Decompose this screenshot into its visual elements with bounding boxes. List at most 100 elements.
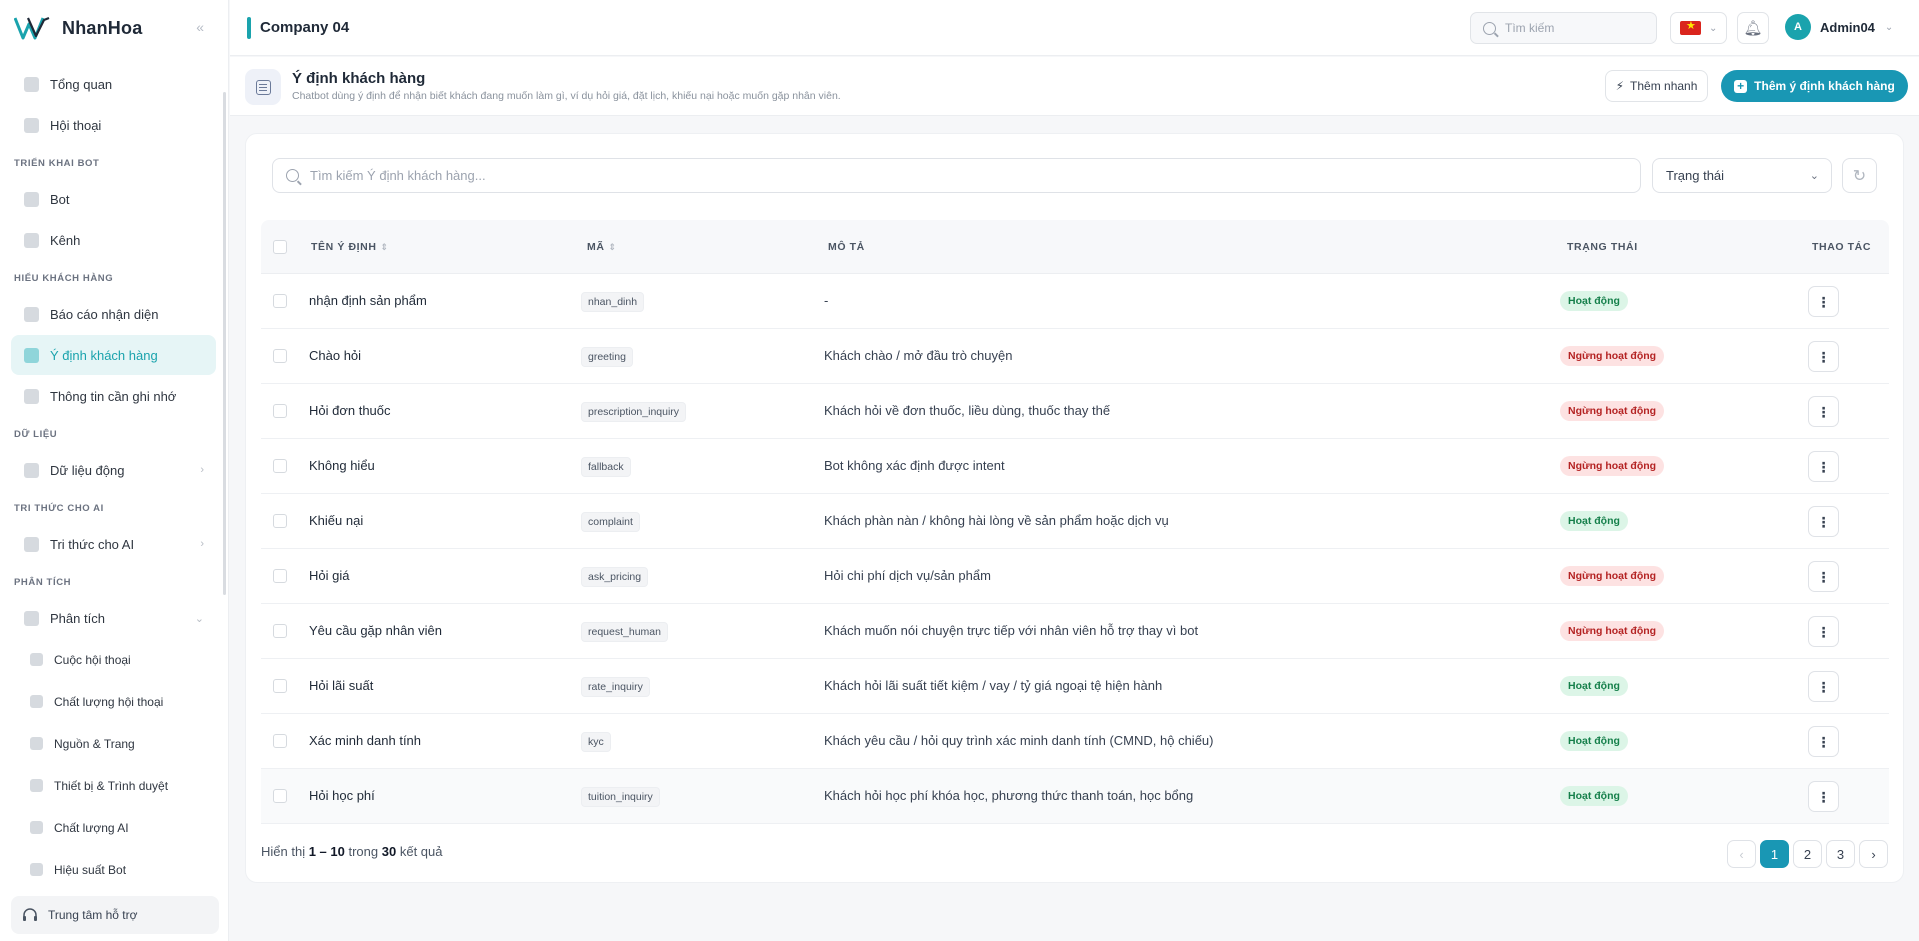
row-actions-button[interactable]: ⋮ [1808, 616, 1839, 647]
row-checkbox[interactable] [273, 404, 287, 418]
chevron-right-icon: › [1871, 846, 1876, 862]
column-header-name[interactable]: TÊN Ý ĐỊNH ⇕ [311, 241, 389, 253]
table-row[interactable]: Không hiểu fallback Bot không xác định đượ… [261, 439, 1889, 494]
bell-icon: 🔔︎ [1743, 20, 1763, 37]
sidebar-subitem-ai-quality[interactable]: Chất lượng AI [18, 807, 216, 848]
intent-search-input[interactable]: Tìm kiếm Ý định khách hàng... [272, 158, 1641, 193]
select-all-checkbox[interactable] [273, 240, 287, 254]
table-row[interactable]: Xác minh danh tính kyc Khách yêu cầu / hỏi… [261, 714, 1889, 769]
row-checkbox[interactable] [273, 789, 287, 803]
page-button[interactable]: 3 [1826, 840, 1855, 868]
page-header: Ý định khách hàng Chatbot dùng ý định để… [230, 57, 1919, 116]
performance-icon [30, 863, 43, 876]
add-intent-button[interactable]: + Thêm ý định khách hàng [1721, 70, 1908, 102]
row-actions-button[interactable]: ⋮ [1808, 726, 1839, 757]
table-row[interactable]: Yêu cầu gặp nhân viên request_human Khách … [261, 604, 1889, 659]
sidebar-item-conversations[interactable]: Hội thoại [11, 105, 216, 145]
sidebar-item-bot[interactable]: Bot [11, 179, 216, 219]
sidebar-item-dynamic-data[interactable]: Dữ liệu động › [11, 450, 216, 490]
row-actions-button[interactable]: ⋮ [1808, 286, 1839, 317]
intent-name: Xác minh danh tính [309, 733, 422, 748]
prev-page-button[interactable]: ‹ [1727, 840, 1756, 868]
page-button[interactable]: 2 [1793, 840, 1822, 868]
intent-name: Không hiểu [309, 458, 375, 473]
brand-logo[interactable]: NhanHoa « [0, 0, 228, 56]
table-row[interactable]: Hỏi đơn thuốc prescription_inquiry Khách h… [261, 384, 1889, 439]
sidebar-subitem-bot-performance[interactable]: Hiệu suất Bot [18, 849, 216, 880]
row-actions-button[interactable]: ⋮ [1808, 671, 1839, 702]
row-actions-button[interactable]: ⋮ [1808, 781, 1839, 812]
row-checkbox[interactable] [273, 624, 287, 638]
row-checkbox[interactable] [273, 734, 287, 748]
row-checkbox[interactable] [273, 679, 287, 693]
sidebar-subitem-sources-pages[interactable]: Nguồn & Trang [18, 723, 216, 764]
global-search-input[interactable]: Tìm kiếm [1470, 12, 1657, 44]
table-row[interactable]: nhận định sản phẩm nhan_dinh - Hoạt động ⋮ [261, 274, 1889, 329]
sidebar-item-ai-knowledge[interactable]: Tri thức cho AI › [11, 524, 216, 564]
more-vertical-icon: ⋮ [1816, 348, 1831, 365]
more-vertical-icon: ⋮ [1816, 678, 1831, 695]
collapse-sidebar-icon[interactable]: « [196, 19, 204, 35]
table-row[interactable]: Khiếu nại complaint Khách phàn nàn / không… [261, 494, 1889, 549]
row-checkbox[interactable] [273, 514, 287, 528]
intent-name: Khiếu nại [309, 513, 364, 528]
quick-add-button[interactable]: ⚡︎ Thêm nhanh [1605, 70, 1708, 102]
more-vertical-icon: ⋮ [1816, 458, 1831, 475]
intent-code: nhan_dinh [581, 292, 645, 312]
bot-icon [24, 191, 39, 207]
sidebar-subitem-conversation-quality[interactable]: Chất lượng hội thoại [18, 681, 216, 722]
status-badge: Hoạt động [1560, 291, 1628, 311]
table-row[interactable]: Chào hỏi greeting Khách chào / mở đầu trò … [261, 329, 1889, 384]
row-actions-button[interactable]: ⋮ [1808, 506, 1839, 537]
row-actions-button[interactable]: ⋮ [1808, 451, 1839, 482]
chevron-down-icon: ⌄ [1709, 22, 1718, 34]
more-vertical-icon: ⋮ [1816, 733, 1831, 750]
results-summary: Hiển thị 1 – 10 trong 30 kết quả [261, 844, 443, 859]
document-icon [255, 79, 271, 95]
row-checkbox[interactable] [273, 294, 287, 308]
sidebar-subitem-conversations[interactable]: Cuộc hội thoại [18, 639, 216, 680]
grid-icon [24, 388, 39, 404]
sidebar-item-customer-intents[interactable]: Ý định khách hàng [11, 335, 216, 375]
sidebar-item-channels[interactable]: Kênh [11, 220, 216, 260]
topbar: Company 04 Tìm kiếm ⌄ 🔔︎ A Admin04 ⌄ [230, 0, 1919, 56]
page-button[interactable]: 1 [1760, 840, 1789, 868]
support-center-button[interactable]: Trung tâm hỗ trợ [11, 896, 219, 934]
sidebar-item-memory-info[interactable]: Thông tin cần ghi nhớ [11, 376, 216, 416]
column-header-code[interactable]: MÃ ⇕ [587, 241, 617, 253]
row-checkbox[interactable] [273, 459, 287, 473]
sidebar-subitem-devices-browsers[interactable]: Thiết bị & Trình duyệt [18, 765, 216, 806]
intent-description: Khách chào / mở đầu trò chuyện [824, 348, 1013, 363]
intent-name: Hỏi đơn thuốc [309, 403, 391, 418]
sidebar-item-overview[interactable]: Tổng quan [11, 64, 216, 104]
row-actions-button[interactable]: ⋮ [1808, 396, 1839, 427]
sidebar-item-analytics[interactable]: Phân tích ⌄ [11, 598, 216, 638]
intent-code: tuition_inquiry [581, 787, 660, 807]
sidebar-scrollbar[interactable] [223, 92, 226, 595]
row-actions-button[interactable]: ⋮ [1808, 341, 1839, 372]
next-page-button[interactable]: › [1859, 840, 1888, 868]
intent-code: kyc [581, 732, 611, 752]
intent-name: Chào hỏi [309, 348, 362, 363]
row-checkbox[interactable] [273, 569, 287, 583]
sort-icon: ⇕ [380, 242, 389, 252]
table-row[interactable]: Hỏi lãi suất rate_inquiry Khách hỏi lãi su… [261, 659, 1889, 714]
search-icon [286, 169, 299, 182]
intent-description: - [824, 293, 829, 308]
table-row[interactable]: Hỏi giá ask_pricing Hỏi chi phí dịch vụ/sả… [261, 549, 1889, 604]
row-actions-button[interactable]: ⋮ [1808, 561, 1839, 592]
intent-name: nhận định sản phẩm [309, 293, 427, 308]
notifications-button[interactable]: 🔔︎ [1737, 12, 1769, 44]
refresh-button[interactable]: ↻ [1842, 158, 1877, 193]
knowledge-icon [24, 536, 39, 552]
table-row[interactable]: Hỏi học phí tuition_inquiry Khách hỏi học … [261, 769, 1889, 824]
row-checkbox[interactable] [273, 349, 287, 363]
sidebar-item-recognition-report[interactable]: Báo cáo nhận diện [11, 294, 216, 334]
intent-name: Hỏi lãi suất [309, 678, 374, 693]
chart-icon [24, 610, 39, 626]
user-menu[interactable]: A Admin04 ⌄ [1785, 14, 1893, 40]
status-filter-select[interactable]: Trạng thái ⌄ [1652, 158, 1832, 193]
chat-icon [30, 653, 43, 666]
intent-code: greeting [581, 347, 633, 367]
language-selector[interactable]: ⌄ [1670, 12, 1727, 44]
